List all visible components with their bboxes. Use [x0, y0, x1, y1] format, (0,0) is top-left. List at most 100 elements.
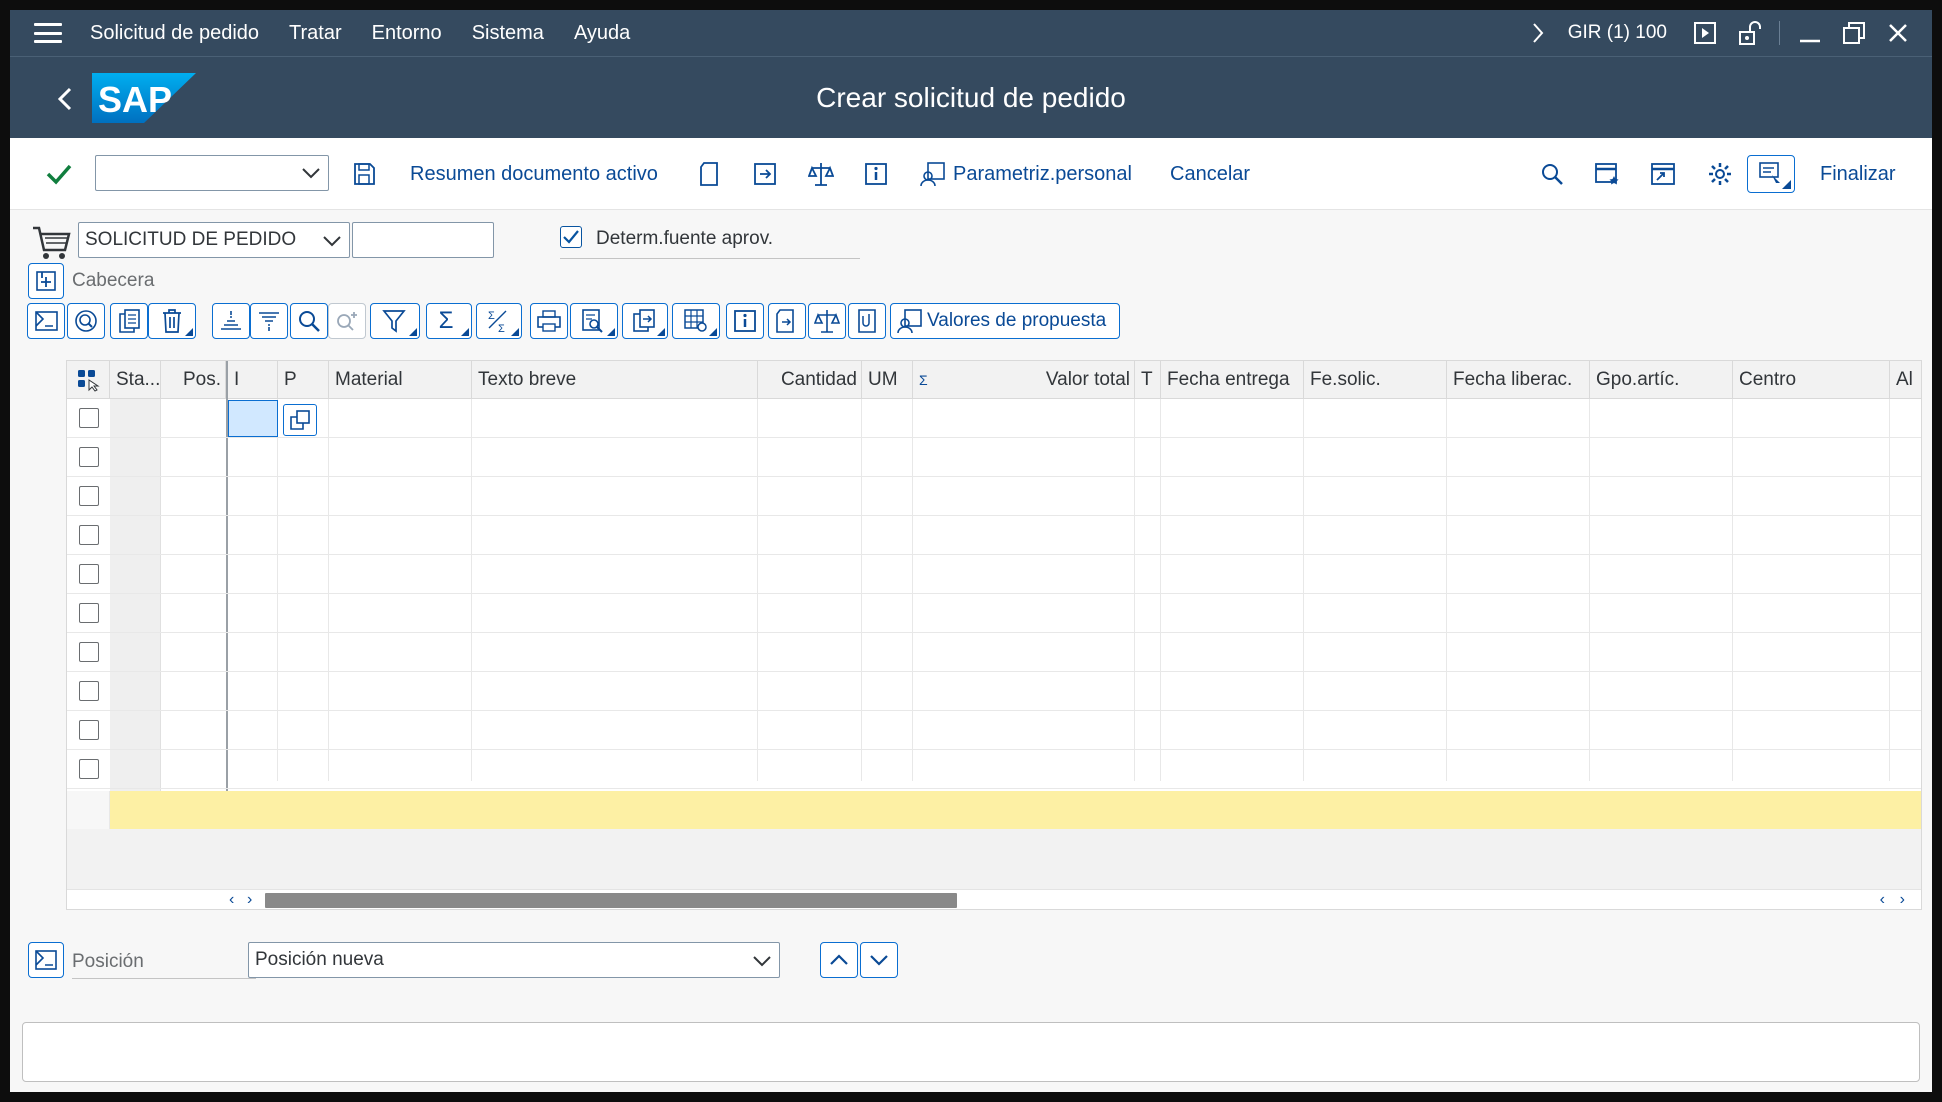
- switch-icon[interactable]: [752, 138, 778, 210]
- menu-solicitud-de-pedido[interactable]: Solicitud de pedido: [90, 22, 259, 45]
- menu-ayuda[interactable]: Ayuda: [574, 22, 630, 45]
- zoom-detail-icon[interactable]: [67, 303, 105, 339]
- col-header-i[interactable]: I: [226, 361, 278, 399]
- generate-shortcut-icon[interactable]: [1650, 138, 1676, 210]
- col-header-gpo-artic[interactable]: Gpo.artíc.: [1590, 361, 1733, 399]
- col-header-status[interactable]: Sta...: [110, 361, 161, 399]
- close-icon[interactable]: [1876, 10, 1920, 56]
- settings-icon[interactable]: [1707, 138, 1733, 210]
- resumen-documento-button[interactable]: Resumen documento activo: [410, 138, 658, 210]
- layout-icon[interactable]: [672, 303, 720, 339]
- row-selector[interactable]: [67, 672, 110, 710]
- chevron-right-icon[interactable]: [1516, 10, 1560, 56]
- delete-icon[interactable]: [148, 303, 196, 339]
- menu-tratar[interactable]: Tratar: [289, 22, 342, 45]
- back-icon[interactable]: [46, 79, 86, 119]
- position-select[interactable]: Posición nueva: [248, 942, 780, 978]
- find-next-icon[interactable]: [328, 303, 366, 339]
- scroll-left-end-icon[interactable]: ‹: [1880, 890, 1885, 909]
- document-icon[interactable]: [698, 138, 720, 210]
- valores-propuesta-button[interactable]: Valores de propuesta: [890, 303, 1120, 339]
- row-selector[interactable]: [67, 750, 110, 788]
- col-header-p[interactable]: P: [278, 361, 329, 399]
- col-header-fecha-liberac[interactable]: Fecha liberac.: [1447, 361, 1590, 399]
- row-selector[interactable]: [67, 711, 110, 749]
- parametriz-personal-button[interactable]: Parametriz.personal: [953, 138, 1132, 210]
- chevron-down-icon: [870, 955, 888, 966]
- personalize-icon[interactable]: [920, 138, 946, 210]
- search-icon[interactable]: [1540, 138, 1564, 210]
- col-header-al[interactable]: Al: [1890, 361, 1921, 399]
- grid-info-icon[interactable]: [726, 303, 764, 339]
- col-header-texto-breve[interactable]: Texto breve: [472, 361, 758, 399]
- play-icon[interactable]: [1683, 10, 1727, 56]
- details-icon[interactable]: [27, 303, 65, 339]
- table-row: [67, 555, 1921, 594]
- doc-type-value: SOLICITUD DE PEDIDO: [85, 229, 297, 250]
- row-selector[interactable]: [67, 594, 110, 632]
- info-icon[interactable]: [864, 138, 888, 210]
- copy-icon[interactable]: [110, 303, 148, 339]
- filter-icon[interactable]: [370, 303, 420, 339]
- menu-icon[interactable]: [34, 23, 62, 43]
- row-selector[interactable]: [67, 516, 110, 554]
- col-header-material[interactable]: Material: [329, 361, 472, 399]
- expand-header-button[interactable]: [28, 263, 64, 299]
- find-icon[interactable]: [290, 303, 328, 339]
- col-header-centro[interactable]: Centro: [1733, 361, 1890, 399]
- col-header-valor-total[interactable]: Valor total: [931, 361, 1135, 399]
- cancel-button[interactable]: Cancelar: [1170, 138, 1250, 210]
- menu-sistema[interactable]: Sistema: [472, 22, 544, 45]
- restore-icon[interactable]: [1832, 10, 1876, 56]
- field-underline: [72, 978, 256, 979]
- select-all-icon[interactable]: [67, 361, 110, 399]
- row-selector[interactable]: [67, 399, 110, 437]
- balance-icon[interactable]: [808, 138, 834, 210]
- grid-balance-icon[interactable]: [808, 303, 846, 339]
- sort-ascending-icon[interactable]: [212, 303, 250, 339]
- scroll-left-icon[interactable]: ‹: [229, 890, 234, 909]
- next-item-button[interactable]: [860, 942, 898, 978]
- row-selector[interactable]: [67, 438, 110, 476]
- items-table: Sta... Pos. I P Material Texto breve Can…: [66, 360, 1922, 910]
- command-field[interactable]: [95, 155, 329, 191]
- new-window-icon[interactable]: [1594, 138, 1620, 210]
- row-selector[interactable]: [67, 477, 110, 515]
- menu-entorno[interactable]: Entorno: [372, 22, 442, 45]
- scrollbar-thumb[interactable]: [265, 893, 957, 908]
- active-cell-i[interactable]: [228, 400, 278, 437]
- subtotal-icon[interactable]: ΣΣ: [476, 303, 522, 339]
- col-header-pos[interactable]: Pos.: [161, 361, 226, 399]
- export-icon[interactable]: [622, 303, 668, 339]
- print-preview-icon[interactable]: [570, 303, 618, 339]
- determ-fuente-label: Determ.fuente aprov.: [596, 228, 774, 249]
- col-header-cantidad[interactable]: Cantidad: [758, 361, 862, 399]
- attachment-icon[interactable]: [848, 303, 886, 339]
- scroll-right-end-icon[interactable]: ›: [1900, 890, 1905, 909]
- col-header-t[interactable]: T: [1135, 361, 1161, 399]
- sum-icon[interactable]: Σ: [426, 303, 472, 339]
- save-icon[interactable]: [352, 138, 376, 210]
- col-header-um[interactable]: UM: [862, 361, 913, 399]
- print-icon[interactable]: [530, 303, 568, 339]
- sort-descending-icon[interactable]: [250, 303, 288, 339]
- document-export-icon[interactable]: [768, 303, 806, 339]
- row-selector[interactable]: [67, 633, 110, 671]
- enter-check-icon[interactable]: [46, 138, 72, 210]
- previous-item-button[interactable]: [820, 942, 858, 978]
- system-info: GIR (1) 100: [1567, 22, 1667, 43]
- value-help-icon[interactable]: [283, 404, 317, 436]
- horizontal-scrollbar[interactable]: ‹ › ‹ ›: [67, 889, 1921, 909]
- doc-number-input[interactable]: [352, 222, 494, 258]
- unlock-icon[interactable]: [1727, 10, 1771, 56]
- doc-type-select[interactable]: SOLICITUD DE PEDIDO: [78, 222, 350, 258]
- determ-fuente-checkbox[interactable]: [560, 226, 582, 248]
- finalizar-button[interactable]: Finalizar: [1820, 138, 1896, 210]
- position-expand-button[interactable]: [28, 942, 64, 978]
- row-selector[interactable]: [67, 555, 110, 593]
- col-header-fecha-entrega[interactable]: Fecha entrega: [1161, 361, 1304, 399]
- help-menu-icon[interactable]: [1747, 138, 1795, 210]
- scroll-right-icon[interactable]: ›: [247, 890, 252, 909]
- col-header-fe-solic[interactable]: Fe.solic.: [1304, 361, 1447, 399]
- minimize-icon[interactable]: [1788, 10, 1832, 56]
